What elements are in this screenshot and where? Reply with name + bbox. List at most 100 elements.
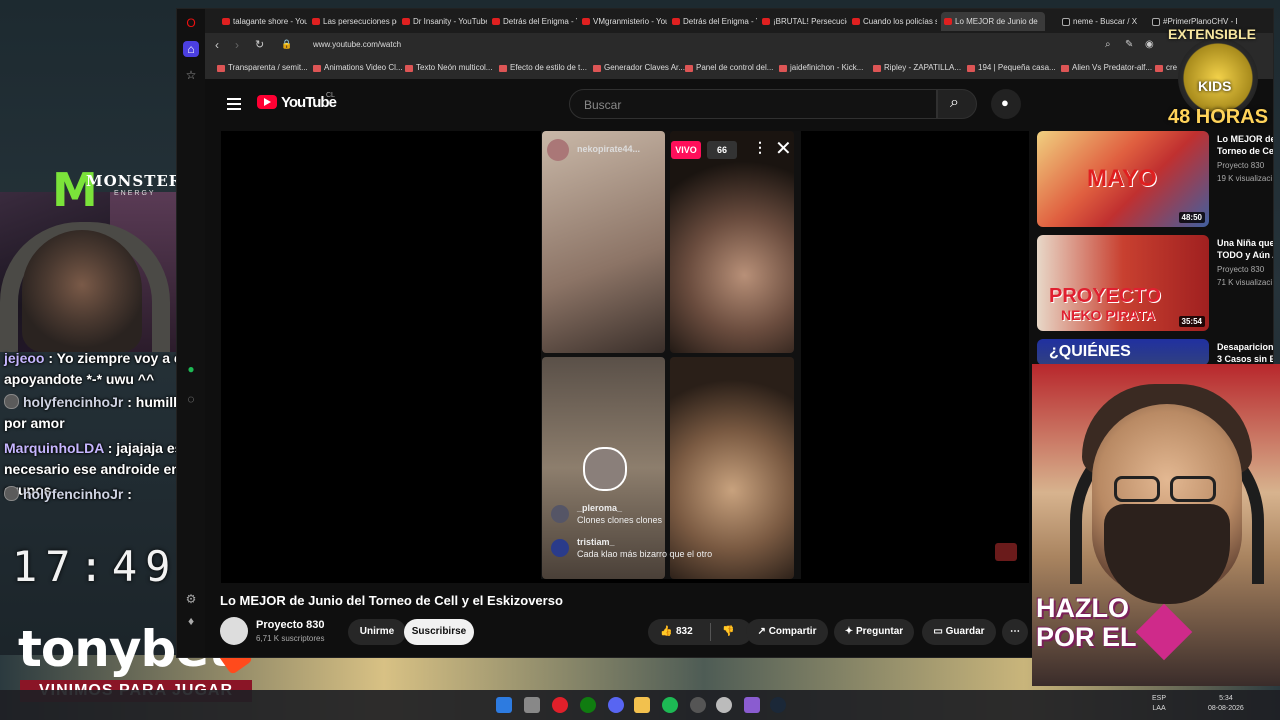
bookmark[interactable]: Panel de control del...	[685, 63, 773, 72]
recommended-video[interactable]: PROYECTO NEKO PIRATA 35:54 Una Niña que …	[1037, 235, 1273, 331]
search-button[interactable]: ⌕	[937, 89, 977, 119]
tab[interactable]: Detrás del Enigma - Y	[669, 12, 757, 31]
voice-search-button[interactable]: ●	[991, 89, 1021, 119]
video-channel[interactable]: Proyecto 830	[1217, 265, 1273, 274]
tab[interactable]: VMgranmisterio - You	[579, 12, 667, 31]
youtube-header: YouTube CL ⌕ ●	[205, 79, 1273, 131]
bookmark[interactable]: Texto Neón multicol...	[405, 63, 492, 72]
video-channel[interactable]: Proyecto 830	[1217, 161, 1273, 170]
app-icon[interactable]	[716, 697, 732, 713]
tab[interactable]: Detrás del Enigma - Y	[489, 12, 577, 31]
tab[interactable]: neme - Buscar / X	[1059, 12, 1147, 31]
url-field[interactable]: www.youtube.com/watch	[313, 40, 401, 49]
dislike-icon[interactable]: 👎	[722, 619, 734, 645]
bookmark[interactable]: Alien Vs Predator-alf...	[1061, 63, 1152, 72]
chat-user: jejeoo	[4, 350, 45, 366]
video-title[interactable]: Lo MEJOR de JTorneo de Cell	[1217, 133, 1273, 157]
bulb-icon[interactable]: ♦	[183, 613, 199, 629]
tab[interactable]: Dr Insanity - YouTube	[399, 12, 487, 31]
menu-icon[interactable]	[227, 103, 241, 105]
settings-icon[interactable]: ⚙	[183, 591, 199, 607]
bookmark[interactable]: Generador Claves Ar...	[593, 63, 685, 72]
tab[interactable]: Cuando los policías s	[849, 12, 937, 31]
video-title[interactable]: Desapariciones3 Casos sin Ex	[1217, 341, 1273, 365]
edit-icon[interactable]: ✎	[1125, 39, 1133, 50]
tab[interactable]: ¡BRUTAL! Persecución	[759, 12, 847, 31]
bookmark[interactable]: jaidefinichon - Kick...	[779, 63, 863, 72]
youtube-logo-icon[interactable]	[257, 95, 277, 109]
spotify-icon[interactable]: ●	[183, 361, 199, 377]
messenger-icon[interactable]: ◌	[183, 391, 199, 407]
more-options-icon[interactable]: ⋮	[753, 139, 767, 156]
forward-icon[interactable]: ›	[235, 38, 239, 52]
recommended-video[interactable]: ¿QUIÉNES Desapariciones3 Casos sin Ex	[1037, 339, 1273, 365]
spotify-taskbar-icon[interactable]	[662, 697, 678, 713]
camera-icon[interactable]: ◉	[1145, 39, 1154, 50]
reload-icon[interactable]: ↻	[255, 38, 264, 51]
ask-button[interactable]: ✦ Preguntar	[834, 619, 914, 645]
opera-taskbar-icon[interactable]	[552, 697, 568, 713]
chat-badge-icon	[4, 394, 19, 409]
save-label: Guardar	[945, 626, 985, 637]
subscribe-button[interactable]: Suscribirse	[404, 619, 474, 645]
opera-logo-icon[interactable]: O	[183, 15, 199, 31]
bookmark[interactable]: Efecto de estilo de t...	[499, 63, 587, 72]
channel-avatar[interactable]	[220, 617, 248, 645]
cam-head	[22, 230, 142, 352]
search-page-icon[interactable]: ⌕	[1105, 39, 1111, 50]
taskbar: ESP LAA 5:34 08-08-2026	[0, 690, 1280, 720]
like-count[interactable]: 832	[676, 619, 693, 645]
back-icon[interactable]: ‹	[215, 38, 219, 52]
live-guest-tile	[542, 131, 665, 353]
start-icon[interactable]	[496, 697, 512, 713]
home-icon[interactable]: ⌂	[183, 41, 199, 57]
hours-text: 48 HORAS	[1168, 106, 1269, 128]
bookmark[interactable]: Transparenta / semit...	[217, 63, 308, 72]
tab-active[interactable]: Lo MEJOR de Junio de	[941, 12, 1045, 31]
kids-text: KIDS	[1198, 78, 1232, 94]
country-code: CL	[326, 92, 335, 99]
more-actions-button[interactable]: ⋯	[1002, 619, 1028, 645]
channel-name[interactable]: Proyecto 830	[256, 619, 324, 631]
comment-user: tristiam_	[577, 537, 615, 547]
tab[interactable]: Las persecuciones po	[309, 12, 397, 31]
pin-icon[interactable]: ☆	[183, 67, 199, 83]
glasses-left-icon	[1114, 476, 1160, 502]
gem-icon[interactable]	[744, 697, 760, 713]
xbox-icon[interactable]	[580, 697, 596, 713]
search-input[interactable]	[582, 97, 916, 113]
task-view-icon[interactable]	[524, 697, 540, 713]
bookmark[interactable]: Ripley - ZAPATILLA...	[873, 63, 961, 72]
share-button[interactable]: ↗ Compartir	[746, 619, 828, 645]
video-player[interactable]: nekopirate44... VIVO 66 ⋮ ✕ _pleroma_ Cl…	[221, 131, 1029, 583]
video-thumbnail[interactable]: ¿QUIÉNES	[1037, 339, 1209, 365]
bookmark[interactable]: 194 | Pequeña casa...	[967, 63, 1056, 72]
monster-energy-logo: M MONSTER ENERGY	[40, 160, 181, 222]
obs-icon[interactable]	[690, 697, 706, 713]
video-thumbnail[interactable]: MAYO 48:50	[1037, 131, 1209, 227]
live-header: nekopirate44... VIVO 66 ⋮ ✕	[547, 139, 793, 161]
folder-icon[interactable]	[634, 697, 650, 713]
live-comment: _pleroma_ Clones clones clones	[551, 503, 783, 529]
recommended-video[interactable]: MAYO 48:50 Lo MEJOR de JTorneo de Cell P…	[1037, 131, 1273, 227]
language-indicator[interactable]: ESP LAA	[1152, 694, 1166, 714]
save-button[interactable]: ▭ Guardar	[922, 619, 996, 645]
monster-text: MONSTER	[86, 172, 183, 190]
bookmarks-bar: Transparenta / semit... Animations Video…	[205, 59, 1273, 80]
steam-icon[interactable]	[770, 697, 786, 713]
clock-date[interactable]: 5:34 08-08-2026	[1208, 694, 1244, 714]
video-title[interactable]: Una Niña que lTODO y Aún As	[1217, 237, 1273, 261]
discord-icon[interactable]	[608, 697, 624, 713]
close-icon[interactable]: ✕	[775, 139, 792, 159]
live-host-username[interactable]: nekopirate44...	[577, 144, 640, 154]
comment-text: Clones clones clones	[577, 515, 663, 525]
like-icon[interactable]: 👍	[660, 619, 672, 645]
live-host-avatar[interactable]	[547, 139, 569, 161]
thumbnail-text: PROYECTO	[1049, 285, 1161, 307]
bookmark[interactable]: Animations Video Cl...	[313, 63, 403, 72]
video-thumbnail[interactable]: PROYECTO NEKO PIRATA 35:54	[1037, 235, 1209, 331]
streamer-avatar-art: HAZLO POR EL	[1032, 364, 1280, 686]
subscriber-count: 6,71 K suscriptores	[256, 634, 325, 643]
tab[interactable]: talagante shore - You	[219, 12, 307, 31]
join-button[interactable]: Unirme	[348, 619, 406, 645]
